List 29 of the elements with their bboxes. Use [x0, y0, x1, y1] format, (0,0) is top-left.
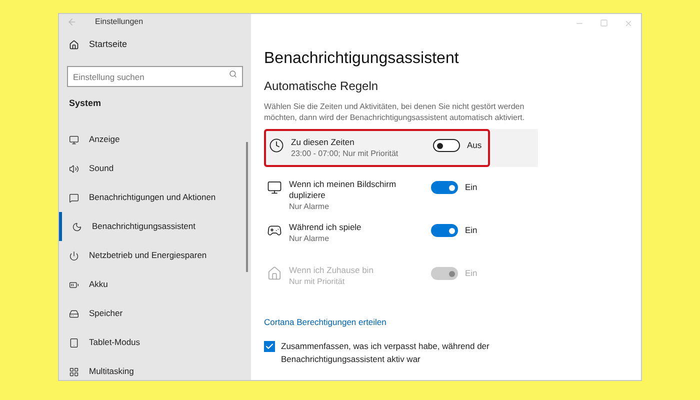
nav-item[interactable]: Anzeige — [59, 125, 251, 154]
toggle-state: Ein — [465, 181, 478, 194]
nav-item[interactable]: Akku — [59, 270, 251, 299]
nav-item[interactable]: Speicher — [59, 299, 251, 328]
toggle-state: Aus — [467, 139, 482, 152]
nav-item[interactable]: Multitasking — [59, 357, 251, 380]
nav-item[interactable]: Sound — [59, 154, 251, 183]
rule-title: Zu diesen Zeiten — [291, 137, 356, 148]
rule-detail: 23:00 - 07:00; Nur mit Priorität — [291, 148, 400, 159]
rule-title: Wenn ich Zuhause bin — [289, 265, 374, 276]
cortana-link[interactable]: Cortana Berechtigungen erteilen — [264, 316, 386, 329]
rule-title: Wenn ich meinen Bildschirm dupliziere — [289, 179, 398, 201]
rule-title: Während ich spiele — [289, 222, 362, 233]
rule-detail: Nur Alarme — [289, 233, 330, 244]
toggle-state: Ein — [465, 267, 478, 280]
window-title: Einstellungen — [95, 16, 144, 28]
checkbox-label: Zusammenfassen, was ich verpasst habe, während der Benachrichtigungsassistent aktiv war — [281, 340, 490, 366]
rule-detail: Nur Alarme — [289, 201, 330, 212]
description: Wählen Sie die Zeiten und Aktivitäten, bei denen Sie nicht gestört werden möchten, dann wird der Benachrichtigungsassistent automatisch aktiviert. — [264, 101, 526, 123]
nav-item[interactable]: Netzbetrieb und Energiesparen — [59, 241, 251, 270]
section-heading: System — [68, 96, 102, 110]
nav-item[interactable]: Tablet-Modus — [59, 328, 251, 357]
page-title: Benachrichtigungsassistent — [264, 49, 459, 69]
toggle-state: Ein — [465, 224, 478, 237]
section-title: Automatische Regeln — [264, 78, 378, 95]
search-field[interactable]: Einstellung suchen — [67, 66, 243, 87]
nav-item[interactable]: Benachrichtigungen und Aktionen — [59, 183, 251, 212]
rule-detail: Nur mit Priorität — [289, 276, 346, 287]
home-item[interactable]: Startseite — [59, 38, 251, 52]
